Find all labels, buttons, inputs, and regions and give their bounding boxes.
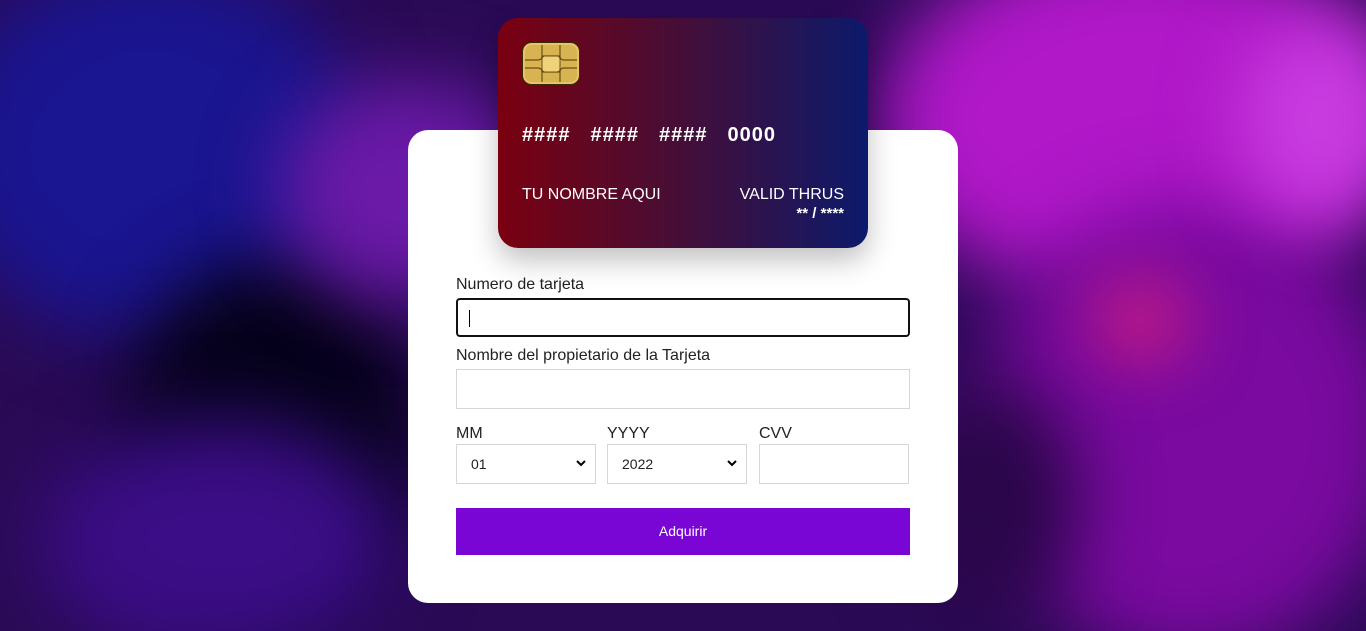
year-label: YYYY [607, 425, 650, 442]
card-number-label: Numero de tarjeta [456, 276, 585, 293]
holder-name-input[interactable] [456, 369, 910, 409]
text-caret [469, 310, 470, 327]
month-label: MM [456, 425, 483, 442]
year-select[interactable]: 2022 [607, 444, 747, 484]
cvv-label: CVV [759, 425, 792, 442]
month-select[interactable]: 01 [456, 444, 596, 484]
card-valid-label: VALID THRUS [739, 186, 844, 203]
card-number-group-2: #### [590, 124, 639, 146]
card-number-group-4: 0000 [727, 124, 776, 146]
chip-icon [522, 42, 580, 85]
card-number-group-3: #### [659, 124, 708, 146]
card-expiry-preview: ** / **** [796, 205, 844, 222]
credit-card-preview: #### #### #### 0000 TU NOMBRE AQUI VALID TH… [498, 18, 868, 248]
month-selected-value: 01 [471, 456, 487, 472]
purchase-button[interactable]: Adquirir [456, 508, 910, 555]
card-number-input[interactable] [456, 298, 910, 337]
card-holder-preview: TU NOMBRE AQUI [522, 186, 661, 203]
chevron-down-icon [727, 460, 737, 467]
holder-name-label: Nombre del propietario de la Tarjeta [456, 347, 711, 364]
card-number-preview: #### #### #### 0000 [522, 124, 796, 147]
cvv-input[interactable] [759, 444, 909, 484]
card-number-group-1: #### [522, 124, 571, 146]
year-selected-value: 2022 [622, 456, 654, 472]
chevron-down-icon [576, 460, 586, 467]
